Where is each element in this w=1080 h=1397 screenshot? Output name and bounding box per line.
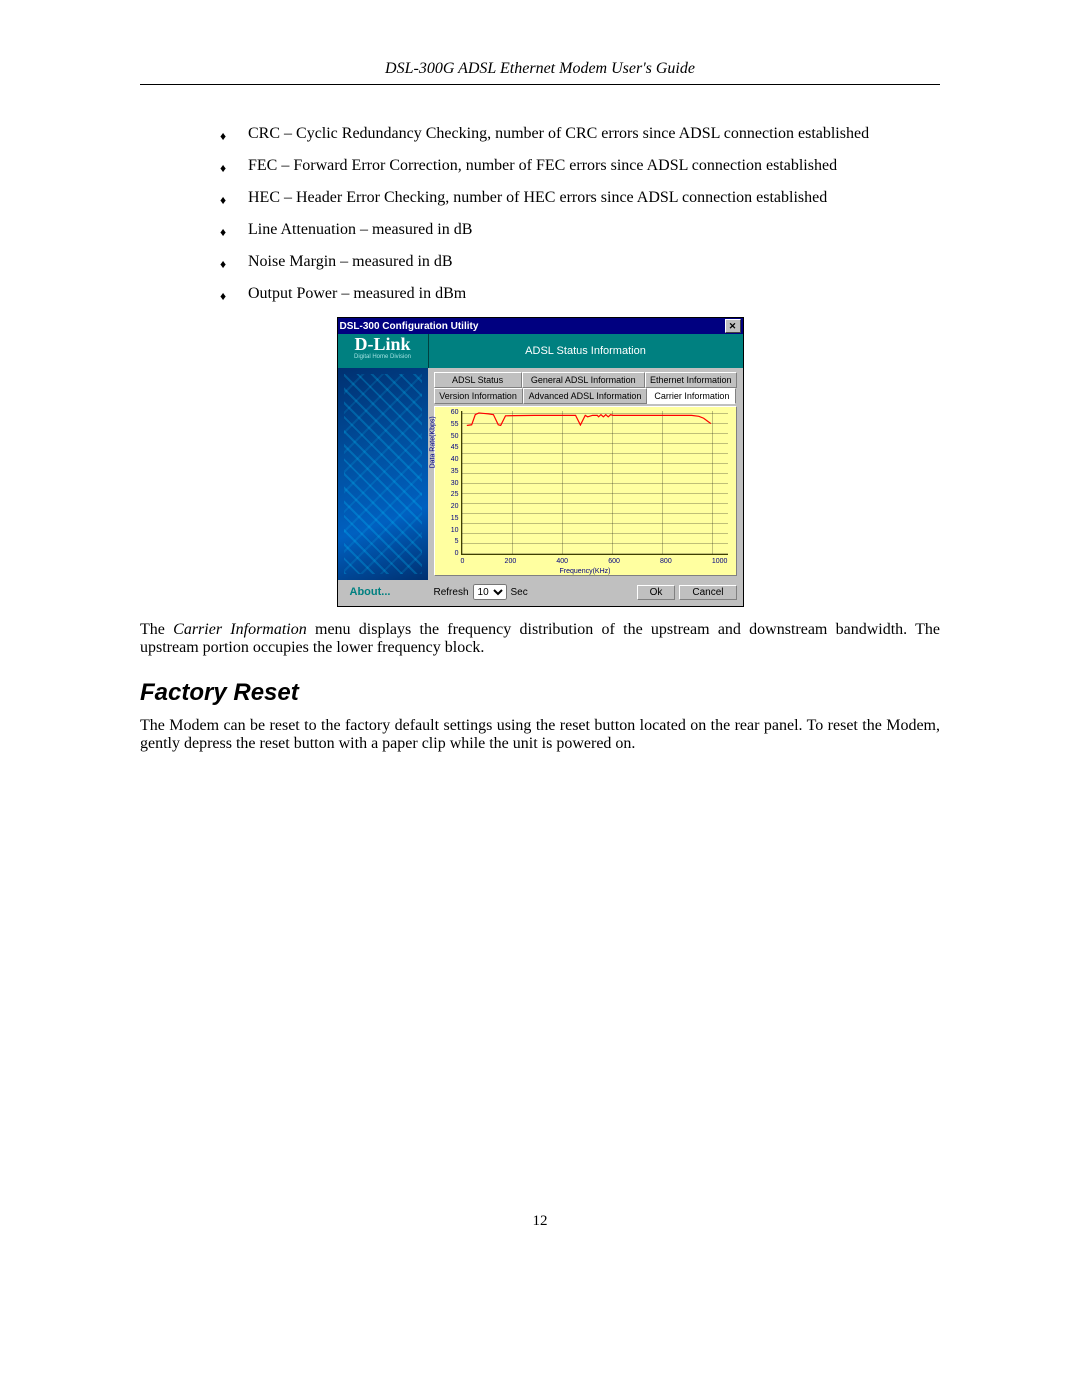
bullet-fec: FEC – Forward Error Correction, number o… <box>220 157 940 175</box>
page-header: DSL-300G ADSL Ethernet Modem User's Guid… <box>140 60 940 85</box>
ok-button[interactable]: Ok <box>637 585 676 600</box>
section-factory-reset: Factory Reset <box>140 679 940 707</box>
config-utility-window: DSL-300 Configuration Utility ✕ D-Link D… <box>337 317 744 607</box>
bullet-hec: HEC – Header Error Checking, number of H… <box>220 189 940 207</box>
chart-y-label: Data Rate(Kbps) <box>429 416 436 468</box>
tab-general-adsl-info[interactable]: General ADSL Information <box>522 372 645 388</box>
about-link[interactable]: About... <box>344 586 434 598</box>
tab-carrier-info[interactable]: Carrier Information <box>647 388 736 404</box>
chart-plot-area <box>461 411 728 555</box>
window-title: DSL-300 Configuration Utility <box>340 321 479 332</box>
banner-title: ADSL Status Information <box>428 334 743 368</box>
page-number: 12 <box>140 1213 940 1230</box>
window-titlebar[interactable]: DSL-300 Configuration Utility ✕ <box>338 318 743 334</box>
bullet-output-power: Output Power – measured in dBm <box>220 285 940 303</box>
tab-row-2: Version Information Advanced ADSL Inform… <box>434 388 737 404</box>
decorative-side-image <box>338 368 428 580</box>
tab-version-info[interactable]: Version Information <box>434 388 523 404</box>
close-icon[interactable]: ✕ <box>725 319 741 333</box>
cancel-button[interactable]: Cancel <box>679 585 736 600</box>
refresh-unit: Sec <box>511 587 528 598</box>
chart-y-ticks: 60 55 50 45 40 35 30 25 20 15 10 5 0 <box>445 409 459 557</box>
tab-adsl-status[interactable]: ADSL Status <box>434 372 522 388</box>
carrier-chart: Data Rate(Kbps) 60 55 50 45 40 35 30 25 … <box>434 406 737 576</box>
tab-ethernet-info[interactable]: Ethernet Information <box>645 372 737 388</box>
tab-row-1: ADSL Status General ADSL Information Eth… <box>434 372 737 388</box>
brand-logo: D-Link Digital Home Division <box>338 334 428 368</box>
chart-line-svg <box>462 411 728 426</box>
brand-name: D-Link <box>338 334 428 354</box>
tab-advanced-adsl-info[interactable]: Advanced ADSL Information <box>523 388 648 404</box>
bullet-noise-margin: Noise Margin – measured in dB <box>220 253 940 271</box>
carrier-info-description: The Carrier Information menu displays th… <box>140 621 940 657</box>
bullet-line-attenuation: Line Attenuation – measured in dB <box>220 221 940 239</box>
bullet-list: CRC – Cyclic Redundancy Checking, number… <box>220 125 940 303</box>
brand-tagline: Digital Home Division <box>338 354 428 360</box>
refresh-select[interactable]: 10 <box>473 584 507 600</box>
factory-reset-description: The Modem can be reset to the factory de… <box>140 717 940 753</box>
chart-x-label: Frequency(KHz) <box>435 568 736 575</box>
bullet-crc: CRC – Cyclic Redundancy Checking, number… <box>220 125 940 143</box>
refresh-label: Refresh <box>434 587 469 598</box>
chart-x-ticks: 0 200 400 600 800 1000 <box>461 558 728 565</box>
